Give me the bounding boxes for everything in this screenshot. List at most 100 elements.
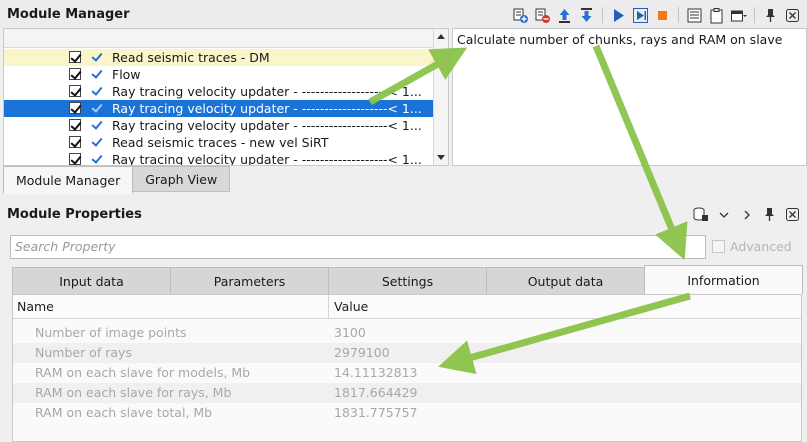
tab-label: Output data <box>527 273 604 289</box>
move-down-icon[interactable] <box>578 7 595 24</box>
tab-label: Graph View <box>145 171 218 187</box>
property-name: Number of rays <box>35 345 132 360</box>
module-properties-toolbar <box>692 206 801 223</box>
search-property-field[interactable] <box>10 235 706 259</box>
table-row: RAM on each slave total, Mb 1831.775757 <box>13 403 801 423</box>
column-header-name[interactable]: Name <box>13 295 329 319</box>
advanced-checkbox[interactable]: Advanced <box>712 239 792 254</box>
tab-label: Information <box>687 272 760 288</box>
module-enable-checkbox[interactable] <box>69 68 81 80</box>
database-icon[interactable] <box>692 206 709 223</box>
module-description: Calculate number of chunks, rays and RAM… <box>452 28 807 166</box>
scroll-down-icon[interactable] <box>437 155 445 160</box>
pin-icon[interactable] <box>762 7 779 24</box>
tab-label: Input data <box>59 273 124 289</box>
table-row: RAM on each slave for models, Mb 14.1113… <box>13 363 801 383</box>
module-label: Read seismic traces - new vel SiRT <box>112 135 329 150</box>
remove-module-icon[interactable] <box>534 7 551 24</box>
run-icon[interactable] <box>610 7 627 24</box>
module-enable-checkbox[interactable] <box>69 51 81 63</box>
module-enable-checkbox[interactable] <box>69 136 81 148</box>
table-row: Number of rays 2979100 <box>13 343 801 363</box>
tab-graph-view[interactable]: Graph View <box>132 166 231 192</box>
property-name: RAM on each slave total, Mb <box>35 405 213 420</box>
module-label: Ray tracing velocity updater - ---------… <box>112 118 422 133</box>
scroll-up-icon[interactable] <box>437 34 445 39</box>
run-step-icon[interactable] <box>632 7 649 24</box>
tab-parameters[interactable]: Parameters <box>170 267 329 295</box>
property-value: 1831.775757 <box>334 405 418 420</box>
module-manager-title: Module Manager <box>7 7 130 22</box>
table-row: RAM on each slave for rays, Mb 1817.6644… <box>13 383 801 403</box>
module-label: Read seismic traces - DM <box>112 50 270 65</box>
chevron-down-icon[interactable] <box>715 206 732 223</box>
tab-settings[interactable]: Settings <box>328 267 487 295</box>
toolbar-separator <box>754 7 755 23</box>
tab-label: Settings <box>381 273 434 289</box>
toolbar-separator <box>678 7 679 23</box>
close-icon[interactable] <box>784 7 801 24</box>
module-manager-toolbar <box>512 5 801 25</box>
module-row[interactable]: Read seismic traces - DM <box>4 49 434 66</box>
toolbar-separator <box>602 7 603 23</box>
module-manager-header: Module Manager <box>0 0 807 28</box>
clipboard-icon[interactable] <box>708 7 725 24</box>
advanced-checkbox-box[interactable] <box>712 240 725 253</box>
property-name: RAM on each slave for models, Mb <box>35 365 251 380</box>
module-label: Ray tracing velocity updater - ---------… <box>112 84 422 99</box>
tab-label: Module Manager <box>16 172 121 188</box>
module-enable-checkbox[interactable] <box>69 119 81 131</box>
module-row[interactable]: Ray tracing velocity updater - ---------… <box>4 117 434 134</box>
property-name: RAM on each slave for rays, Mb <box>35 385 232 400</box>
tab-input-data[interactable]: Input data <box>12 267 171 295</box>
module-row[interactable]: Flow <box>4 66 434 83</box>
property-table-header: Name Value <box>13 295 801 319</box>
module-row[interactable]: Read seismic traces - new vel SiRT <box>4 134 434 151</box>
property-value: 14.11132813 <box>334 365 418 380</box>
stop-icon[interactable] <box>654 7 671 24</box>
property-value: 3100 <box>334 325 366 340</box>
module-list-header <box>4 29 434 48</box>
module-row[interactable]: Ray tracing velocity updater - ---------… <box>4 83 434 100</box>
module-enable-checkbox[interactable] <box>69 102 81 114</box>
property-name: Number of image points <box>35 325 187 340</box>
module-manager-tabs: Module Manager Graph View <box>3 166 231 194</box>
module-row-selected[interactable]: Ray tracing velocity updater - ---------… <box>4 100 434 117</box>
checkmark-icon <box>91 83 105 100</box>
module-list-scrollbar[interactable] <box>433 29 448 165</box>
module-description-text: Calculate number of chunks, rays and RAM… <box>457 32 783 47</box>
table-row: Number of image points 3100 <box>13 323 801 343</box>
checkmark-icon <box>91 151 105 165</box>
checkmark-icon <box>91 117 105 134</box>
module-label: Ray tracing velocity updater - ---------… <box>112 152 422 166</box>
pin-icon[interactable] <box>761 206 778 223</box>
add-module-icon[interactable] <box>512 7 529 24</box>
tab-module-manager[interactable]: Module Manager <box>3 166 134 194</box>
list-icon[interactable] <box>686 7 703 24</box>
property-tabs: Input data Parameters Settings Output da… <box>12 265 803 295</box>
tab-information[interactable]: Information <box>644 265 803 295</box>
checkmark-icon <box>91 49 105 66</box>
search-input[interactable] <box>15 239 701 254</box>
tab-output-data[interactable]: Output data <box>486 267 645 295</box>
advanced-label: Advanced <box>730 239 792 254</box>
module-enable-checkbox[interactable] <box>69 85 81 97</box>
property-value: 2979100 <box>334 345 390 360</box>
app-window: Module Manager Read seismic traces - DM … <box>0 0 807 442</box>
module-properties-title: Module Properties <box>7 207 142 222</box>
module-label: Flow <box>112 67 141 82</box>
module-row[interactable]: Ray tracing velocity updater - ---------… <box>4 151 434 166</box>
move-up-icon[interactable] <box>556 7 573 24</box>
property-value: 1817.664429 <box>334 385 418 400</box>
window-menu-icon[interactable] <box>730 7 747 24</box>
column-header-value[interactable]: Value <box>330 295 368 319</box>
checkmark-icon <box>91 134 105 151</box>
close-icon[interactable] <box>784 206 801 223</box>
module-list[interactable]: Read seismic traces - DM Flow Ray tracin… <box>3 28 449 166</box>
chevron-right-icon[interactable] <box>738 206 755 223</box>
checkmark-icon <box>91 66 105 83</box>
property-table: Name Value Number of image points 3100 N… <box>12 294 802 442</box>
tab-label: Parameters <box>213 273 286 289</box>
module-label: Ray tracing velocity updater - ---------… <box>112 101 422 116</box>
module-enable-checkbox[interactable] <box>69 153 81 165</box>
